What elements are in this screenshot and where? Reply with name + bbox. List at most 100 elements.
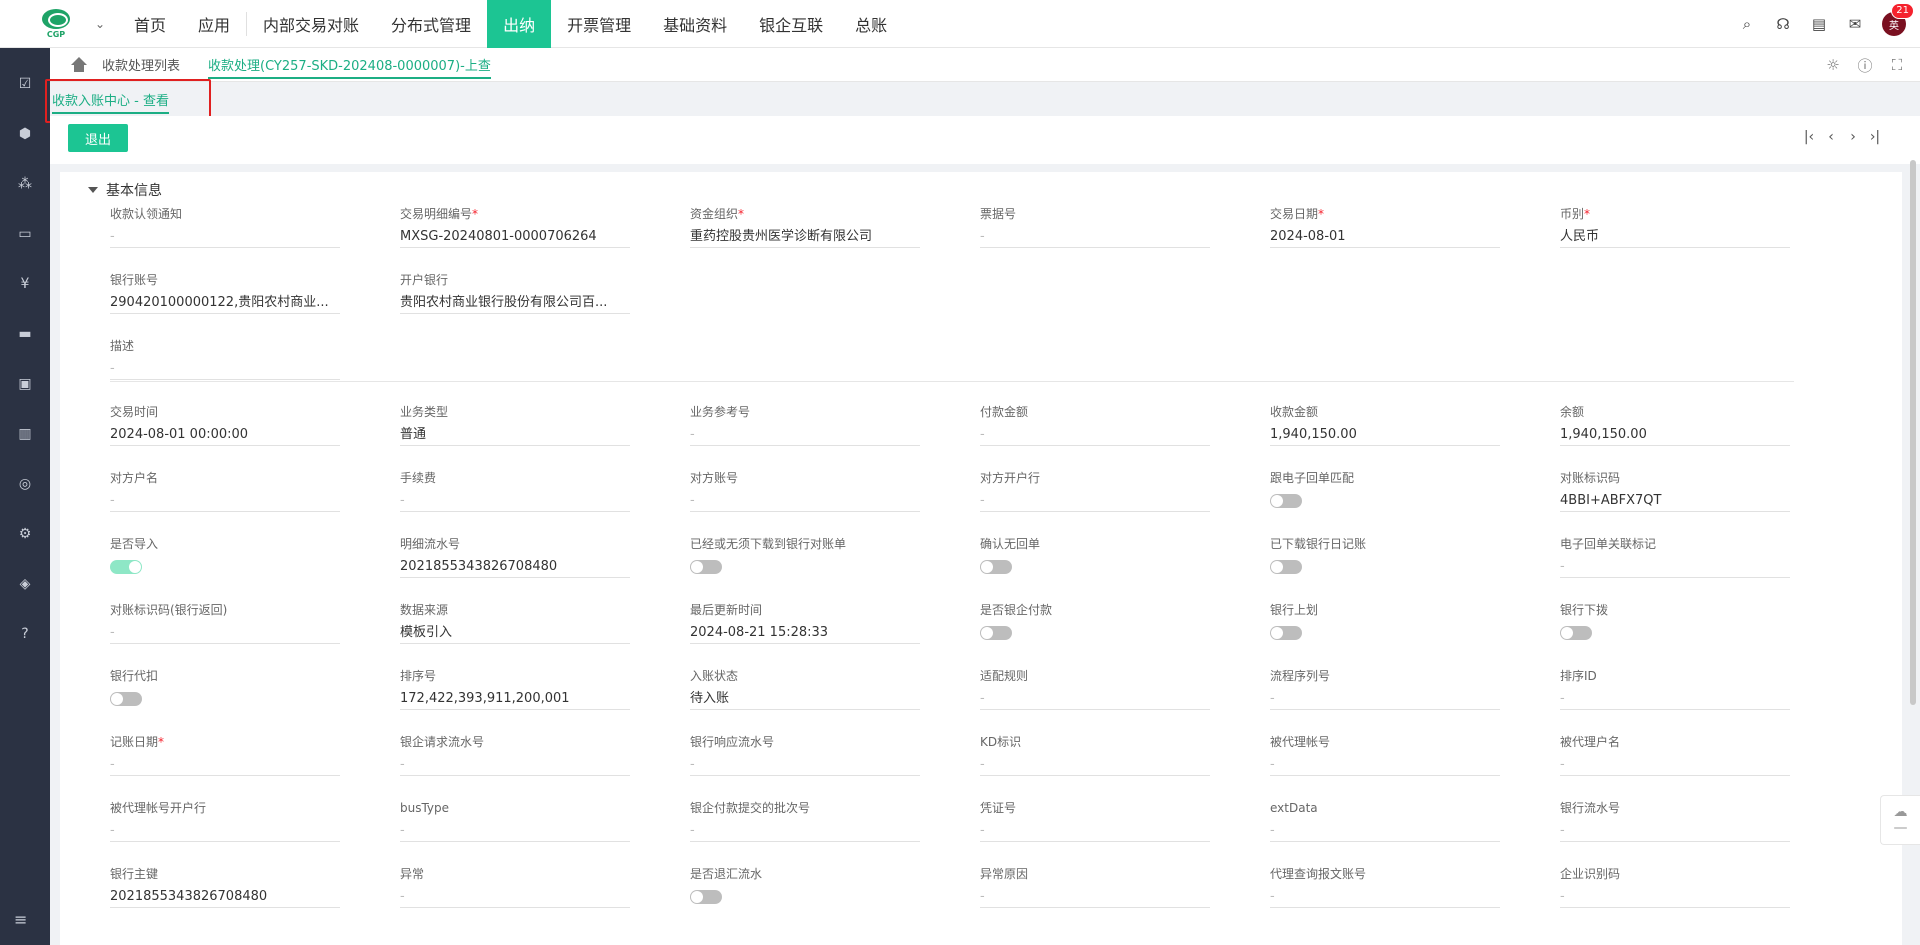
next-page-icon[interactable]: › [1846, 129, 1860, 145]
field-value[interactable]: - [980, 426, 1210, 446]
screen-icon[interactable]: ▬ [15, 324, 35, 344]
toggle-switch[interactable] [980, 626, 1012, 640]
field-value[interactable]: - [1560, 558, 1790, 578]
toggle-switch[interactable] [110, 560, 142, 574]
field-value[interactable]: - [980, 888, 1210, 908]
cube-icon[interactable]: ⬢ [15, 124, 35, 144]
toggle-switch[interactable] [1270, 494, 1302, 508]
nav-item[interactable]: 分布式管理 [375, 0, 487, 48]
field-value[interactable]: - [400, 822, 630, 842]
field-value[interactable]: - [980, 822, 1210, 842]
sync-icon[interactable]: ◎ [15, 474, 35, 494]
field-value[interactable]: - [1270, 756, 1500, 776]
field-value[interactable]: 2024-08-01 [1270, 228, 1500, 248]
cluster-icon[interactable]: ⁂ [15, 174, 35, 194]
field-value[interactable]: 4BBI+ABFX7QT [1560, 492, 1790, 512]
nav-item[interactable]: 开票管理 [551, 0, 647, 48]
field-value[interactable]: - [110, 822, 340, 842]
field-value[interactable]: - [1270, 888, 1500, 908]
field-value[interactable]: 待入账 [690, 690, 920, 710]
first-page-icon[interactable]: |‹ [1802, 129, 1816, 145]
finance-icon[interactable]: ¥ [15, 274, 35, 294]
field-value[interactable]: - [980, 228, 1210, 248]
field-value[interactable]: - [1560, 822, 1790, 842]
home-icon[interactable] [70, 56, 88, 73]
toggle-switch[interactable] [690, 890, 722, 904]
field-value[interactable]: 1,940,150.00 [1270, 426, 1500, 446]
nav-item[interactable]: 出纳 [487, 0, 552, 48]
question-icon[interactable]: ⓘ [1856, 56, 1874, 75]
field-value[interactable]: - [110, 360, 340, 380]
toggle-switch[interactable] [110, 692, 142, 706]
nav-item[interactable]: 基础资料 [647, 0, 743, 48]
field-value[interactable]: - [1560, 888, 1790, 908]
chevron-down-icon[interactable]: ⌄ [88, 17, 112, 31]
field-value[interactable]: 模板引入 [400, 624, 630, 644]
field-value[interactable]: MXSG-20240801-0000706264 [400, 228, 630, 248]
logo[interactable]: CGP [24, 0, 88, 48]
field-value[interactable]: - [690, 426, 920, 446]
mail-icon[interactable]: ✉ [1846, 15, 1864, 33]
prev-page-icon[interactable]: ‹ [1824, 129, 1838, 145]
field-value[interactable]: 172,422,393,911,200,001 [400, 690, 630, 710]
menu-collapse-icon[interactable]: ≡ [14, 910, 27, 929]
field-value[interactable]: - [400, 492, 630, 512]
field-value[interactable]: - [110, 492, 340, 512]
field-value[interactable]: 1,940,150.00 [1560, 426, 1790, 446]
exit-button[interactable]: 退出 [68, 124, 128, 152]
report-icon[interactable]: ▥ [15, 424, 35, 444]
toggle-switch[interactable] [980, 560, 1012, 574]
field-value[interactable]: 重药控股贵州医学诊断有限公司 [690, 228, 920, 248]
field-value[interactable]: - [980, 756, 1210, 776]
field-value[interactable]: - [690, 756, 920, 776]
nav-item[interactable]: 银企互联 [743, 0, 839, 48]
monitor-icon[interactable]: ▭ [15, 224, 35, 244]
toggle-switch[interactable] [1560, 626, 1592, 640]
lightbulb-icon[interactable]: ☼ [1824, 56, 1842, 74]
field-value[interactable]: - [980, 492, 1210, 512]
avatar[interactable]: 英 21 [1882, 3, 1914, 36]
field-value[interactable]: - [980, 690, 1210, 710]
nav-item[interactable]: 内部交易对账 [247, 0, 375, 48]
wallet-icon[interactable]: ▣ [15, 374, 35, 394]
field-value[interactable]: - [110, 228, 340, 248]
search-icon[interactable]: ⌕ [1738, 15, 1756, 33]
field-value[interactable]: 2021855343826708480 [400, 558, 630, 578]
layers-icon[interactable]: ◈ [15, 574, 35, 594]
nav-item[interactable]: 总账 [839, 0, 903, 48]
cloud-float-button[interactable]: ☁ — [1880, 795, 1920, 845]
field-value[interactable]: 2021855343826708480 [110, 888, 340, 908]
nav-item[interactable]: 应用 [182, 0, 246, 48]
document-icon[interactable]: ▤ [1810, 15, 1828, 33]
field-value[interactable]: 2024-08-21 15:28:33 [690, 624, 920, 644]
headset-icon[interactable]: ☊ [1774, 15, 1792, 33]
help-icon[interactable]: ? [15, 624, 35, 644]
field-value[interactable]: - [400, 888, 630, 908]
field-value[interactable]: 普通 [400, 426, 630, 446]
breadcrumb-list[interactable]: 收款处理列表 [102, 55, 180, 74]
field-value[interactable]: - [110, 756, 340, 776]
breadcrumb-current[interactable]: 收款处理(CY257-SKD-202408-0000007)-上查 [208, 55, 491, 79]
field-value[interactable]: 290420100000122,贵阳农村商业... [110, 294, 340, 314]
scrollbar[interactable] [1910, 160, 1916, 705]
checklist-icon[interactable]: ☑ [15, 74, 35, 94]
field-value[interactable]: - [110, 624, 340, 644]
field-value[interactable]: - [1270, 822, 1500, 842]
field-value[interactable]: - [1270, 690, 1500, 710]
toggle-switch[interactable] [1270, 560, 1302, 574]
toggle-switch[interactable] [690, 560, 722, 574]
gear-icon[interactable]: ⚙ [15, 524, 35, 544]
field-value[interactable]: 贵阳农村商业银行股份有限公司百... [400, 294, 630, 314]
nav-item[interactable]: 首页 [118, 0, 182, 48]
field-value[interactable]: - [400, 756, 630, 776]
fullscreen-icon[interactable]: ⛶ [1888, 56, 1906, 74]
field-value[interactable]: - [1560, 756, 1790, 776]
field-value[interactable]: - [690, 822, 920, 842]
last-page-icon[interactable]: ›| [1868, 129, 1882, 145]
field-value[interactable]: - [690, 492, 920, 512]
field-value[interactable]: 2024-08-01 00:00:00 [110, 426, 340, 446]
field-value[interactable]: - [1560, 690, 1790, 710]
field-value[interactable]: 人民币 [1560, 228, 1790, 248]
section-basic-info[interactable]: 基本信息 [88, 180, 162, 200]
toggle-switch[interactable] [1270, 626, 1302, 640]
